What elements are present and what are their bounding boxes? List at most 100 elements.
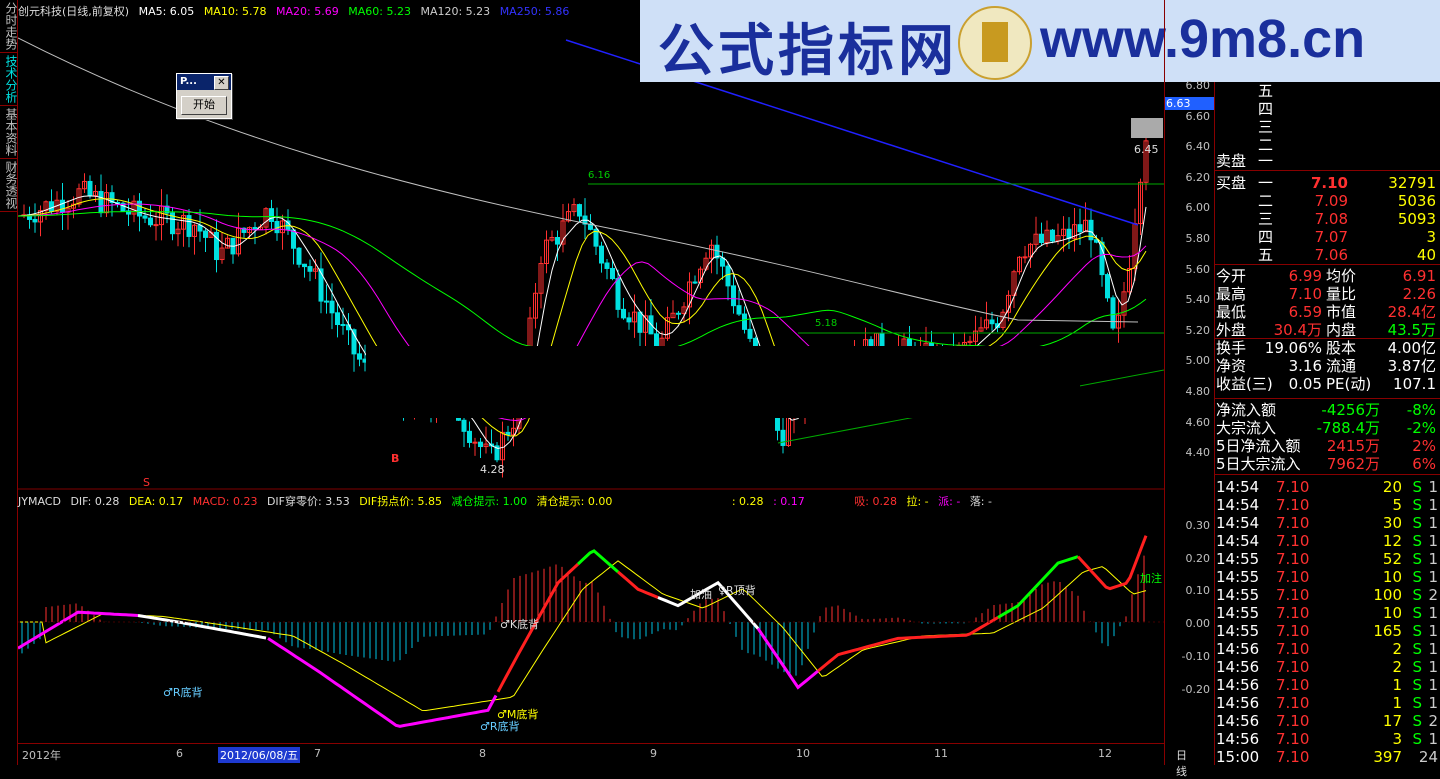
tick-price: 7.10 — [1276, 604, 1310, 622]
candle-body — [32, 218, 38, 223]
stat-label: 收益(三) — [1216, 375, 1273, 393]
tick-side: S — [1412, 532, 1422, 550]
level-518-label: 5.18 — [815, 318, 838, 329]
nav-tab-fundamentals[interactable]: 基本资料 — [0, 106, 18, 159]
stat-label: 内盘 — [1326, 321, 1357, 339]
dea-value: DEA: 0.17 — [128, 495, 184, 508]
tick-row: 14:54 7.10 20 S 1 — [1214, 478, 1440, 496]
divider — [1214, 474, 1440, 475]
stat-label: 流通 — [1326, 357, 1357, 375]
tick-volume: 1 — [1392, 676, 1402, 694]
dialog-close-button[interactable]: ✕ — [214, 76, 229, 90]
sell-level-label: 四 — [1258, 100, 1274, 118]
sell-signal-s: S — [143, 476, 150, 489]
flow-value: -4256万 — [1321, 401, 1380, 419]
stat-row: 最低 6.59 市值 28.4亿 — [1214, 303, 1440, 321]
macd-tick: -0.10 — [1181, 649, 1210, 663]
macd-legend-bar: JYMACD DIF: 0.28 DEA: 0.17 MACD: 0.23 DI… — [18, 493, 998, 508]
price-tick: 6.60 — [1185, 109, 1211, 123]
stat-value: 4.00亿 — [1387, 339, 1436, 357]
candle-body — [692, 281, 698, 284]
date-selected[interactable]: 2012/06/08/五 — [218, 747, 301, 763]
tick-count: 1 — [1428, 640, 1438, 658]
candle-body — [291, 229, 296, 249]
nav-tab-technical[interactable]: 技术分析 — [0, 53, 18, 106]
tick-price: 7.10 — [1276, 622, 1310, 640]
nav-tab-financials[interactable]: 财务透视 — [0, 159, 18, 212]
tick-price: 7.10 — [1276, 694, 1310, 712]
period-label[interactable]: 日线 — [1176, 747, 1187, 779]
stat-label: 最高 — [1216, 285, 1247, 303]
start-button[interactable]: 开始 — [181, 96, 227, 115]
luo-value: 落: - — [969, 495, 992, 508]
banner-text-cn: 公式指标网 — [658, 19, 958, 84]
level-645-label: 6.45 — [1134, 143, 1159, 156]
buy-row: 三 7.08 5093 — [1214, 210, 1440, 228]
macd-tick: 0.10 — [1185, 584, 1211, 598]
candle-body — [87, 180, 93, 197]
tick-row: 14:56 7.10 3 S 1 — [1214, 730, 1440, 748]
ma-legend-bar: 创元科技(日线,前复权) MA5: 6.05 MA10: 5.78 MA20: … — [18, 3, 575, 18]
stat-value: 107.1 — [1393, 375, 1436, 393]
flow-row: 5日净流入额 2415万 2% — [1214, 437, 1440, 455]
stat-row: 今开 6.99 均价 6.91 — [1214, 267, 1440, 285]
tick-side: S — [1412, 478, 1422, 496]
macd-value: MACD: 0.23 — [192, 495, 258, 508]
tick-count: 1 — [1428, 604, 1438, 622]
stat-value: 3.16 — [1288, 357, 1322, 375]
price-tick: 4.40 — [1185, 446, 1211, 460]
sell-row: 卖盘一 — [1214, 152, 1440, 170]
buy-price: 7.09 — [1314, 192, 1348, 210]
sell-row: 五 — [1214, 82, 1440, 100]
tick-price: 7.10 — [1276, 712, 1310, 730]
tick-row: 14:56 7.10 1 S 1 — [1214, 676, 1440, 694]
candle-body — [676, 312, 681, 315]
flow-label: 5日大宗流入 — [1216, 455, 1301, 473]
tick-side: S — [1412, 586, 1422, 604]
tick-count: 24 — [1418, 748, 1438, 766]
stat-label: 外盘 — [1216, 321, 1247, 339]
tick-price: 7.10 — [1276, 640, 1310, 658]
buy-level-label: 三 — [1258, 210, 1274, 228]
banner-logo-icon — [958, 6, 1032, 80]
stat-value: 6.91 — [1402, 267, 1436, 285]
tick-time: 14:56 — [1216, 658, 1260, 676]
stat-value: 6.59 — [1288, 303, 1322, 321]
flow-row: 净流入额 -4256万 -8% — [1214, 401, 1440, 419]
price-tick: 6.40 — [1185, 140, 1211, 154]
price-tick: 5.80 — [1185, 232, 1211, 245]
tick-count: 1 — [1428, 676, 1438, 694]
flow-pct: 2% — [1412, 437, 1436, 455]
ma10-label: MA10: 5.78 — [203, 5, 267, 18]
date-m6: 6 — [176, 747, 183, 760]
sell-level-label: 一 — [1258, 152, 1274, 170]
stat-value: 3.87亿 — [1387, 357, 1436, 375]
tick-side: S — [1412, 568, 1422, 586]
tick-count: 1 — [1428, 694, 1438, 712]
divider — [1214, 170, 1440, 171]
candle-body — [577, 204, 582, 217]
candle-body — [98, 191, 104, 214]
buy-price: 7.07 — [1314, 228, 1348, 246]
stat-label: 最低 — [1216, 303, 1247, 321]
candle-body — [49, 201, 54, 212]
clear-value: 清仓提示: 0.00 — [536, 495, 613, 508]
candle-body — [626, 317, 632, 323]
nav-tab-intraday[interactable]: 分时走势 — [0, 0, 18, 53]
flow-value: -788.4万 — [1316, 419, 1380, 437]
tick-volume: 12 — [1382, 532, 1402, 550]
date-m7: 7 — [314, 747, 321, 760]
tick-side: S — [1412, 730, 1422, 748]
sell-row: 四 — [1214, 100, 1440, 118]
candle-body — [461, 419, 467, 432]
low-428-label: 4.28 — [480, 463, 505, 476]
candle-body — [1077, 224, 1083, 233]
price-tick: 4.80 — [1185, 385, 1211, 398]
stat-row: 最高 7.10 量比 2.26 — [1214, 285, 1440, 303]
tick-price: 7.10 — [1276, 478, 1310, 496]
stat-value: 30.4万 — [1273, 321, 1322, 339]
stat-value: 6.99 — [1288, 267, 1322, 285]
stat-row: 收益(三) 0.05 PE(动) 107.1 — [1214, 375, 1440, 393]
tick-row: 14:55 7.10 10 S 1 — [1214, 568, 1440, 586]
buy-row: 四 7.07 3 — [1214, 228, 1440, 246]
